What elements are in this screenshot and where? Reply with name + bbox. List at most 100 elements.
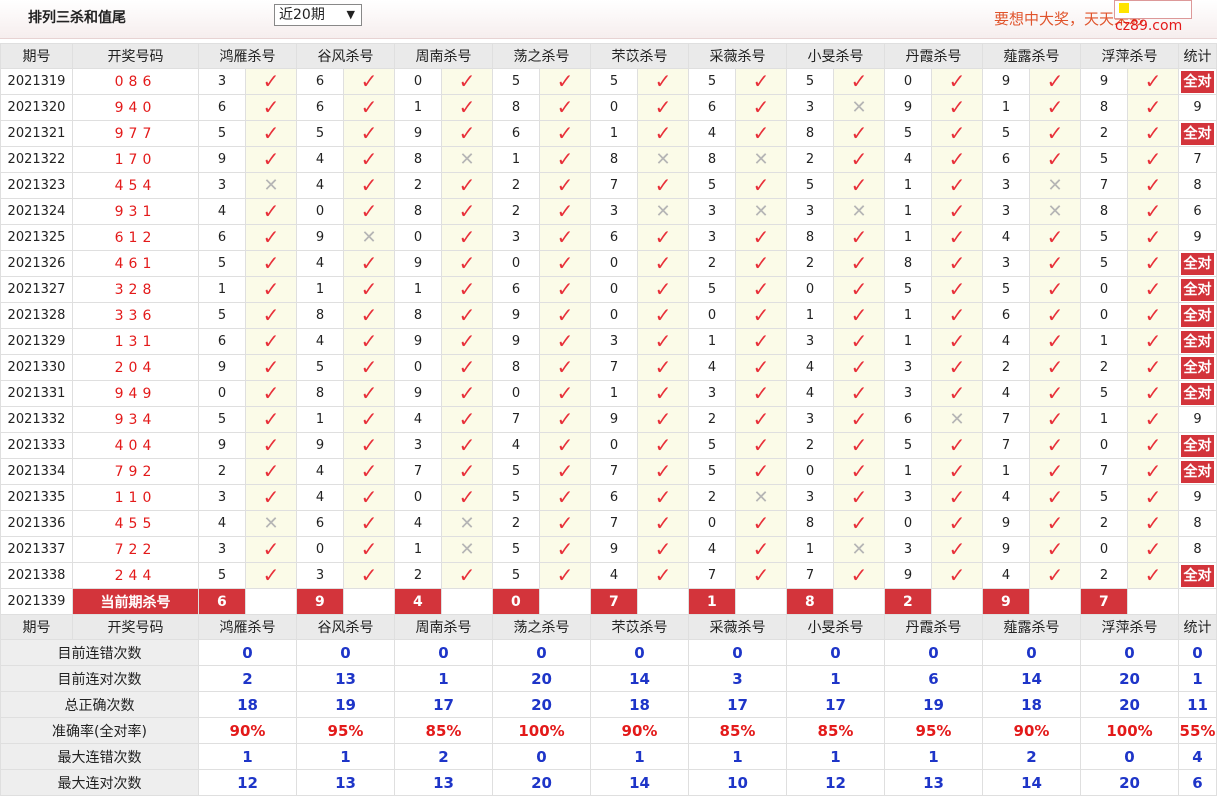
- result-cell: ✕: [441, 536, 493, 563]
- current-kill-number: 9: [982, 588, 1030, 615]
- col-header-expert[interactable]: 芣苡杀号: [590, 614, 689, 640]
- check-icon: ✓: [556, 147, 574, 171]
- check-icon: ✓: [458, 199, 476, 223]
- result-cell: ✓: [931, 328, 983, 355]
- draw-numbers: 977: [72, 120, 199, 147]
- result-cell: ✓: [735, 406, 787, 433]
- kill-number: 7: [786, 562, 834, 589]
- col-header-expert[interactable]: 小旻杀号: [786, 43, 885, 69]
- result-cell: ✓: [931, 302, 983, 329]
- col-header-expert[interactable]: 丹霞杀号: [884, 43, 983, 69]
- result-cell: ✓: [637, 406, 689, 433]
- site-logo[interactable]: cz89.com: [1114, 0, 1192, 34]
- result-cell: ✓: [441, 250, 493, 277]
- check-icon: ✓: [556, 563, 574, 587]
- check-icon: ✓: [262, 485, 280, 509]
- summary-stat: 11: [1178, 691, 1217, 718]
- col-header-expert[interactable]: 谷风杀号: [296, 614, 395, 640]
- col-header-expert[interactable]: 丹霞杀号: [884, 614, 983, 640]
- summary-row: 目前连错次数 0 0 0 0 0 0 0 0 0 0 0: [0, 639, 1217, 666]
- result-cell: ✓: [1127, 458, 1179, 485]
- result-cell: ✓: [539, 276, 591, 303]
- kill-number: 5: [982, 276, 1030, 303]
- check-icon: ✓: [1144, 251, 1162, 275]
- kill-number: 3: [198, 536, 246, 563]
- check-icon: ✓: [752, 563, 770, 587]
- result-cell: ✓: [343, 198, 395, 225]
- check-icon: ✓: [360, 381, 378, 405]
- table-row: 2021324 931 4 ✓ 0 ✓ 8 ✓ 2 ✓ 3 ✕ 3 ✕ 3 ✕ 1 ✓ 3 ✕ 8 ✓ 6: [0, 198, 1217, 225]
- col-header-expert[interactable]: 浮萍杀号: [1080, 614, 1179, 640]
- check-icon: ✓: [360, 147, 378, 171]
- summary-value: 17: [786, 691, 885, 718]
- check-icon: ✓: [458, 355, 476, 379]
- col-header-expert[interactable]: 周南杀号: [394, 43, 493, 69]
- kill-number-table: 期号 开奖号码 鸿雁杀号 谷风杀号 周南杀号 荡之杀号 芣苡杀号 采薇杀号 小旻杀号 丹霞杀号 薤露…: [0, 43, 1217, 796]
- result-cell: ✓: [637, 536, 689, 563]
- kill-number: 5: [492, 68, 540, 95]
- kill-number: 7: [1080, 172, 1128, 199]
- kill-number: 5: [198, 406, 246, 433]
- stat-cell: 7: [1178, 146, 1217, 173]
- col-header-expert[interactable]: 浮萍杀号: [1080, 43, 1179, 69]
- kill-number: 0: [590, 432, 638, 459]
- result-cell: ✓: [1127, 276, 1179, 303]
- stat-cell: 全对: [1178, 458, 1217, 485]
- empty-cell: [931, 588, 983, 615]
- col-header-expert[interactable]: 荡之杀号: [492, 43, 591, 69]
- result-cell: ✕: [245, 172, 297, 199]
- kill-number: 1: [982, 458, 1030, 485]
- result-cell: ✓: [735, 68, 787, 95]
- summary-value: 18: [590, 691, 689, 718]
- kill-number: 3: [198, 484, 246, 511]
- kill-number: 0: [492, 250, 540, 277]
- result-cell: ✓: [931, 484, 983, 511]
- all-correct-badge: 全对: [1181, 252, 1214, 275]
- summary-value: 90%: [982, 717, 1081, 744]
- col-header-expert[interactable]: 小旻杀号: [786, 614, 885, 640]
- result-cell: ✓: [343, 250, 395, 277]
- col-header-expert[interactable]: 谷风杀号: [296, 43, 395, 69]
- col-header-expert[interactable]: 鸿雁杀号: [198, 43, 297, 69]
- kill-number: 9: [198, 354, 246, 381]
- issue-cell: 2021330: [0, 354, 73, 381]
- check-icon: ✓: [1144, 277, 1162, 301]
- result-cell: ✓: [1127, 120, 1179, 147]
- draw-numbers: 328: [72, 276, 199, 303]
- result-cell: ✕: [735, 198, 787, 225]
- col-header-expert[interactable]: 采薇杀号: [688, 614, 787, 640]
- col-header-expert[interactable]: 薤露杀号: [982, 43, 1081, 69]
- result-cell: ✓: [539, 406, 591, 433]
- issue-cell: 2021337: [0, 536, 73, 563]
- result-cell: ✓: [245, 380, 297, 407]
- col-header-expert[interactable]: 荡之杀号: [492, 614, 591, 640]
- result-cell: ✓: [735, 432, 787, 459]
- kill-number: 2: [982, 354, 1030, 381]
- check-icon: ✓: [752, 355, 770, 379]
- cross-icon: ✕: [753, 148, 769, 170]
- result-cell: ✓: [245, 536, 297, 563]
- summary-row: 目前连对次数 2 13 1 20 14 3 1 6 14 20 1: [0, 665, 1217, 692]
- check-icon: ✓: [360, 537, 378, 561]
- check-icon: ✓: [556, 173, 574, 197]
- check-icon: ✓: [948, 121, 966, 145]
- result-cell: ✓: [931, 536, 983, 563]
- period-select[interactable]: 近20期 ▼: [274, 4, 362, 26]
- stat-cell: 全对: [1178, 302, 1217, 329]
- check-icon: ✓: [850, 407, 868, 431]
- stat-cell: 全对: [1178, 328, 1217, 355]
- col-header-expert[interactable]: 周南杀号: [394, 614, 493, 640]
- draw-numbers: 336: [72, 302, 199, 329]
- col-header-expert[interactable]: 薤露杀号: [982, 614, 1081, 640]
- result-cell: ✓: [343, 146, 395, 173]
- kill-number: 3: [590, 198, 638, 225]
- col-header-expert[interactable]: 采薇杀号: [688, 43, 787, 69]
- result-cell: ✓: [245, 250, 297, 277]
- summary-value: 0: [590, 639, 689, 666]
- result-cell: ✓: [931, 224, 983, 251]
- result-cell: ✓: [441, 94, 493, 121]
- empty-cell: [833, 588, 885, 615]
- result-cell: ✓: [245, 302, 297, 329]
- col-header-expert[interactable]: 鸿雁杀号: [198, 614, 297, 640]
- col-header-expert[interactable]: 芣苡杀号: [590, 43, 689, 69]
